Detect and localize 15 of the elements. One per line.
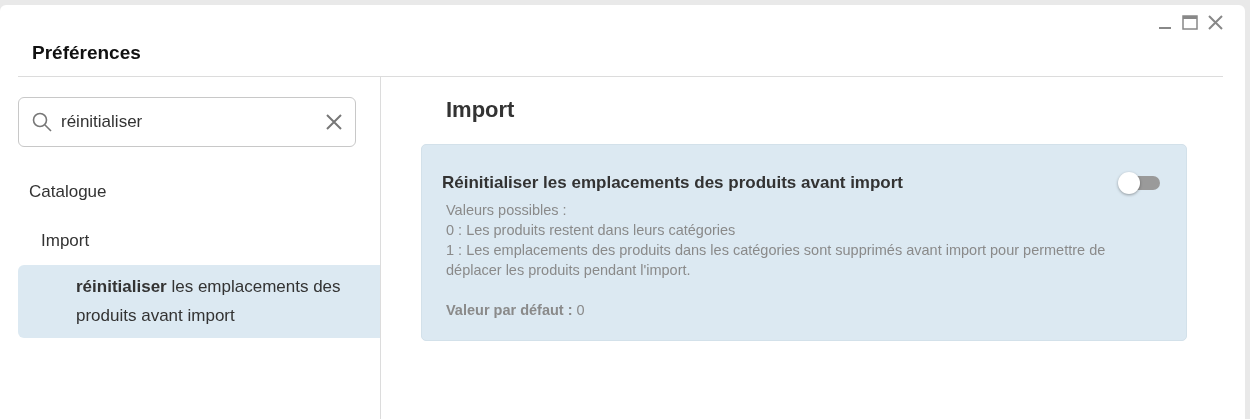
description-text: 1 : Les emplacements des produits dans les catégories sont supprimés avant import pour permettre de déplacer les produits pendant l'import. <box>446 241 1107 280</box>
setting-title: Réinitialiser les emplacements des produits avant import <box>442 173 904 193</box>
search-field[interactable]: réinitialiser <box>18 97 356 147</box>
description-text: 0 : Les produits restent dans leurs catégories <box>446 221 737 240</box>
window-title: Préférences <box>32 42 141 64</box>
tree-item[interactable]: réinitialiser les emplacements des produits avant import <box>18 265 380 338</box>
description-text: Valeurs possibles : <box>446 201 568 220</box>
maximize-icon[interactable] <box>1182 15 1198 30</box>
tree-item[interactable]: Import <box>18 216 380 265</box>
search-icon <box>32 112 52 132</box>
close-icon[interactable] <box>1208 15 1223 30</box>
clear-icon[interactable] <box>326 114 342 130</box>
tree-item[interactable]: Catalogue <box>18 167 380 216</box>
default-value: Valeur par défaut : 0 <box>446 302 586 318</box>
section-title: Import <box>446 97 516 124</box>
